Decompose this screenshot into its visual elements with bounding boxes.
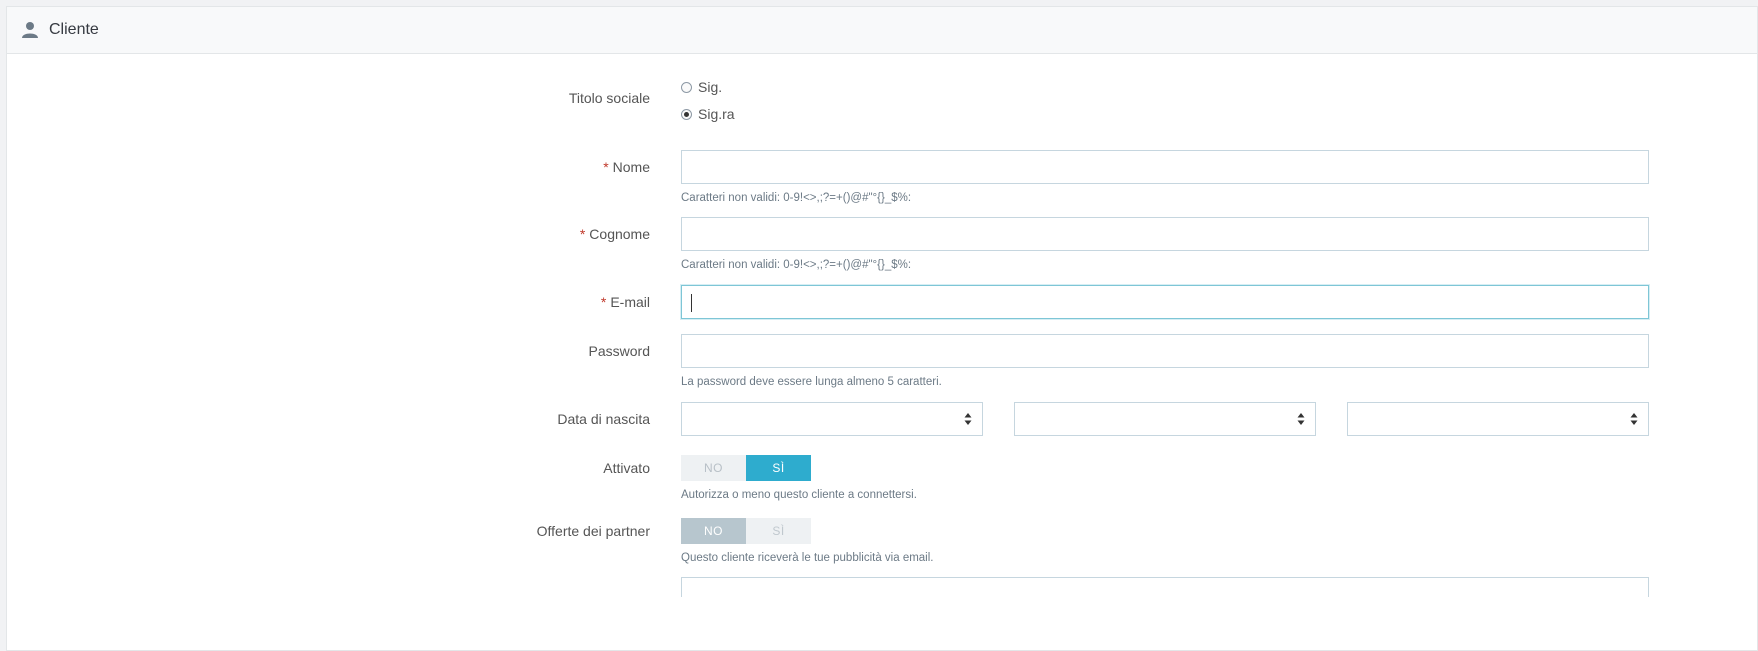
social-title-label: Titolo sociale bbox=[568, 90, 650, 106]
sort-arrows-icon bbox=[1297, 413, 1305, 425]
birthday-year-select[interactable] bbox=[1347, 402, 1649, 436]
radio-mr[interactable]: Sig. bbox=[681, 77, 735, 97]
first-name-label: * Nome bbox=[603, 159, 650, 175]
enabled-switch[interactable]: NO SÌ bbox=[681, 455, 811, 481]
partner-offers-yes-option[interactable]: SÌ bbox=[746, 518, 811, 544]
required-mark: * bbox=[579, 226, 586, 242]
sort-arrows-icon bbox=[1630, 413, 1638, 425]
social-title-row: Titolo sociale Sig. Sig.ra bbox=[7, 77, 1758, 137]
last-name-label: * Cognome bbox=[579, 226, 650, 242]
customer-panel: Cliente Titolo sociale Sig. Sig.ra * Nome… bbox=[6, 6, 1758, 651]
next-field-row bbox=[7, 577, 1758, 597]
text-caret bbox=[691, 294, 692, 312]
radio-mr-circle[interactable] bbox=[681, 81, 692, 93]
last-name-help: Caratteri non validi: 0-9!<>,;?=+()@#"°{… bbox=[681, 259, 912, 271]
partner-offers-no-option[interactable]: NO bbox=[681, 518, 746, 544]
password-input[interactable] bbox=[681, 334, 1649, 368]
birthday-month-select[interactable] bbox=[1014, 402, 1316, 436]
panel-header: Cliente bbox=[7, 7, 1757, 54]
email-row: * E-mail bbox=[7, 285, 1758, 325]
partner-offers-help: Questo cliente riceverà le tue pubblicit… bbox=[681, 552, 934, 564]
password-row: Password La password deve essere lunga a… bbox=[7, 334, 1758, 394]
password-help: La password deve essere lunga almeno 5 c… bbox=[681, 376, 942, 388]
enabled-no-option[interactable]: NO bbox=[681, 455, 746, 481]
birthday-day-select[interactable] bbox=[681, 402, 983, 436]
radio-mr-label: Sig. bbox=[698, 79, 723, 95]
enabled-yes-option[interactable]: SÌ bbox=[746, 455, 811, 481]
next-field-input[interactable] bbox=[681, 577, 1649, 597]
sort-arrows-icon bbox=[964, 413, 972, 425]
password-label: Password bbox=[588, 343, 650, 359]
radio-mrs-circle[interactable] bbox=[681, 108, 692, 120]
user-icon bbox=[22, 22, 38, 38]
enabled-help: Autorizza o meno questo cliente a connet… bbox=[681, 489, 917, 501]
radio-mrs[interactable]: Sig.ra bbox=[681, 104, 735, 124]
enabled-row: Attivato NO SÌ Autorizza o meno questo c… bbox=[7, 455, 1758, 505]
birthday-row: Data di nascita bbox=[7, 402, 1758, 442]
partner-offers-row: Offerte dei partner NO SÌ Questo cliente… bbox=[7, 518, 1758, 568]
email-input[interactable] bbox=[681, 285, 1649, 319]
radio-mrs-label: Sig.ra bbox=[698, 106, 735, 122]
last-name-input[interactable] bbox=[681, 217, 1649, 251]
required-mark: * bbox=[600, 294, 607, 310]
panel-title: Cliente bbox=[49, 21, 99, 38]
first-name-help: Caratteri non validi: 0-9!<>,;?=+()@#"°{… bbox=[681, 192, 912, 204]
first-name-row: * Nome Caratteri non validi: 0-9!<>,;?=+(… bbox=[7, 150, 1758, 210]
partner-offers-switch[interactable]: NO SÌ bbox=[681, 518, 811, 544]
birthday-label: Data di nascita bbox=[557, 411, 650, 427]
partner-offers-label: Offerte dei partner bbox=[536, 523, 650, 539]
email-label: * E-mail bbox=[600, 294, 650, 310]
last-name-row: * Cognome Caratteri non validi: 0-9!<>,;?… bbox=[7, 217, 1758, 277]
enabled-label: Attivato bbox=[603, 460, 650, 476]
required-mark: * bbox=[603, 159, 609, 175]
first-name-input[interactable] bbox=[681, 150, 1649, 184]
